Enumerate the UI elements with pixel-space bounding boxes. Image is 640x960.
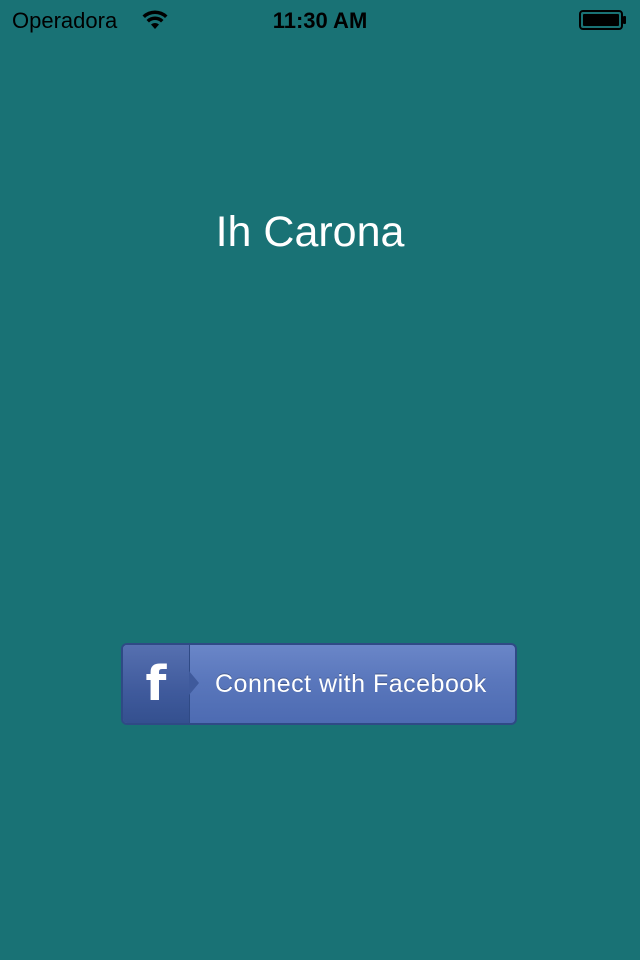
- facebook-logo-icon: f: [123, 645, 190, 723]
- facebook-button-label: Connect with Facebook: [215, 670, 487, 698]
- connect-with-facebook-button[interactable]: f Connect with Facebook: [121, 643, 517, 725]
- battery-icon: [579, 10, 626, 30]
- button-divider-notch: [189, 671, 199, 695]
- status-time: 11:30 AM: [272, 8, 368, 33]
- facebook-f-glyph: f: [145, 656, 167, 712]
- app-title: Ih Carona: [215, 208, 405, 256]
- status-bar: Operadora 11:30 AM: [0, 0, 640, 40]
